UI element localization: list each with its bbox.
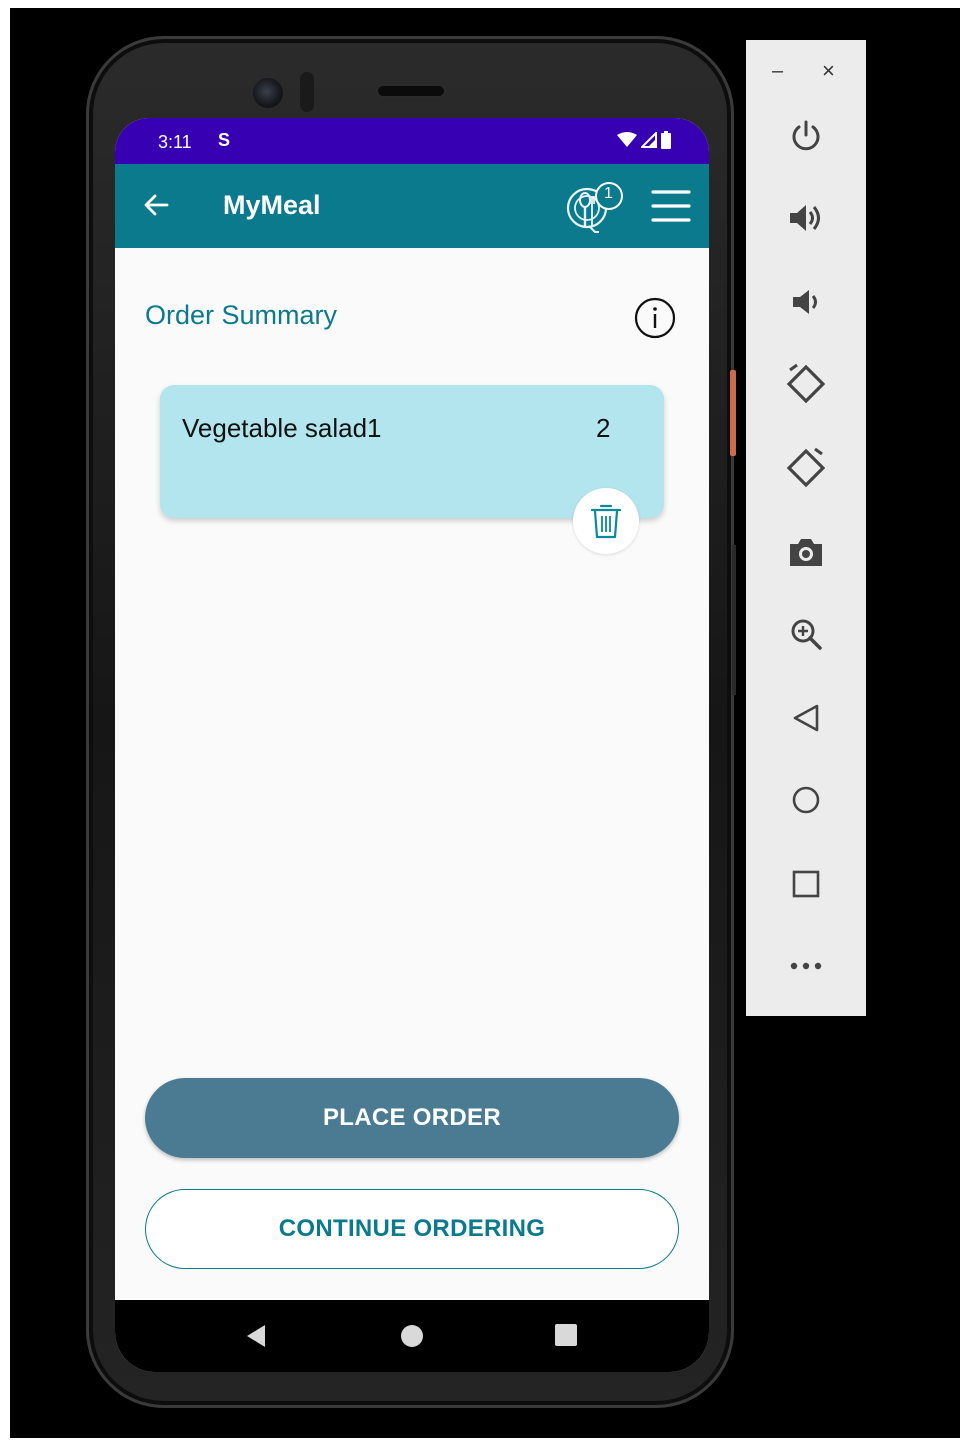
device-screen: 3:11 S MyMeal 1 Order Summary Vegetable … <box>115 118 709 1372</box>
hamburger-menu-icon[interactable] <box>651 188 691 224</box>
volume-down-button[interactable] <box>746 272 866 332</box>
minimize-button[interactable]: – <box>772 60 783 83</box>
status-notification-icon: S <box>218 130 231 150</box>
rotate-left-icon <box>786 363 826 404</box>
status-bar: 3:11 S <box>115 118 709 164</box>
camera-icon <box>790 539 822 566</box>
zoom-button[interactable] <box>746 604 866 664</box>
battery-icon <box>661 131 671 149</box>
screenshot-button[interactable] <box>746 522 866 582</box>
close-button[interactable]: × <box>822 58 835 84</box>
rotate-right-button[interactable] <box>746 438 866 498</box>
signal-icon <box>641 132 657 148</box>
app-title: MyMeal <box>223 190 321 220</box>
nav-overview-icon[interactable] <box>555 1324 577 1346</box>
order-item-quantity: 2 <box>596 413 611 443</box>
more-icon <box>790 962 822 970</box>
more-button[interactable] <box>746 936 866 996</box>
delete-item-button[interactable] <box>573 488 639 554</box>
meal-cart-button[interactable]: 1 <box>565 178 625 234</box>
volume-down-icon <box>793 290 817 314</box>
power-side-button <box>730 370 736 456</box>
zoom-icon <box>791 619 822 650</box>
home-circle-icon <box>792 786 820 814</box>
status-time: 3:11 <box>158 132 192 152</box>
order-item-name: Vegetable salad1 <box>182 413 382 443</box>
emulator-toolbar: – × <box>746 40 866 1016</box>
trash-icon <box>590 504 622 539</box>
home-button[interactable] <box>746 770 866 830</box>
info-icon[interactable] <box>634 297 676 339</box>
volume-side-button <box>732 545 736 695</box>
power-button[interactable] <box>746 106 866 166</box>
continue-ordering-button[interactable]: CONTINUE ORDERING <box>145 1189 679 1269</box>
cart-badge-count: 1 <box>604 185 613 202</box>
overview-button[interactable] <box>746 854 866 914</box>
rotate-left-button[interactable] <box>746 354 866 414</box>
volume-up-button[interactable] <box>746 188 866 248</box>
plate-cutlery-icon <box>566 182 623 233</box>
back-arrow-icon[interactable] <box>141 190 171 220</box>
nav-home-icon[interactable] <box>400 1324 424 1348</box>
overview-square-icon <box>792 870 820 898</box>
wifi-icon <box>617 132 637 147</box>
rotate-right-icon <box>786 447 826 488</box>
system-navigation-bar <box>115 1300 709 1372</box>
back-triangle-icon <box>793 704 819 732</box>
front-camera <box>253 78 283 108</box>
status-icons <box>617 131 671 149</box>
nav-back-icon[interactable] <box>245 1324 267 1348</box>
power-icon <box>792 120 820 151</box>
earpiece-speaker <box>378 86 444 96</box>
back-button[interactable] <box>746 688 866 748</box>
volume-up-icon <box>790 205 820 231</box>
app-bar: MyMeal 1 <box>115 164 709 248</box>
page-title: Order Summary <box>145 300 338 330</box>
place-order-button[interactable]: PLACE ORDER <box>145 1078 679 1158</box>
proximity-sensor <box>300 72 314 112</box>
